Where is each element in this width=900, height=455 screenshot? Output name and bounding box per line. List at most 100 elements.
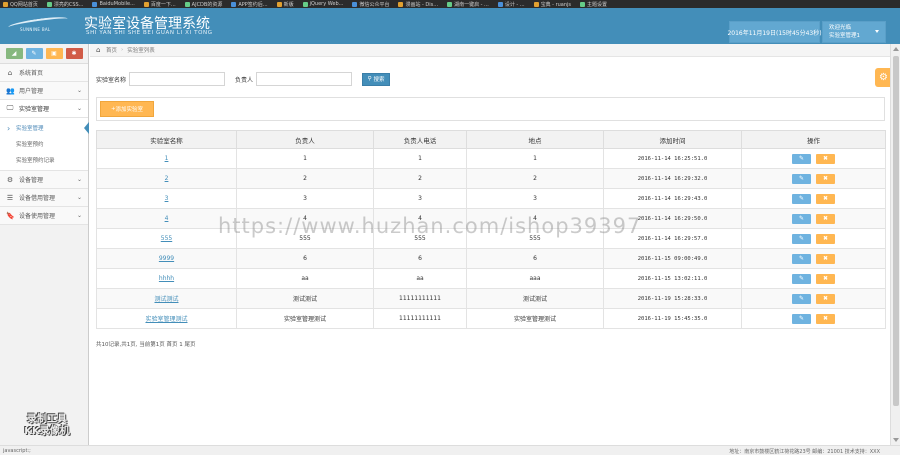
edit-button[interactable]: ✎ (792, 193, 811, 204)
bookmark-label: 百度一下... (150, 1, 176, 8)
lab-name-link[interactable]: 555 (96, 228, 237, 249)
table-cell-actions: ✎ ✖ (741, 248, 886, 269)
scrollbar-thumb[interactable] (893, 56, 899, 406)
vertical-scrollbar[interactable] (890, 44, 900, 445)
scroll-up-icon[interactable] (893, 47, 899, 51)
sidebar-subitem-lab-reserve-log[interactable]: 实验室预约记录 (0, 152, 88, 168)
search-button[interactable]: ⚲ 搜索 (362, 72, 391, 86)
owner-label: 负责人 (235, 76, 254, 84)
favicon-icon (533, 1, 539, 7)
scroll-down-icon[interactable] (893, 438, 899, 442)
table-cell-actions: ✎ ✖ (741, 168, 886, 189)
user-name: 实验室管理1 (829, 33, 860, 39)
edit-button[interactable]: ✎ (792, 153, 811, 164)
delete-button[interactable]: ✖ (816, 253, 835, 264)
table-cell: aa (373, 268, 467, 289)
bookmark-item[interactable]: 湖南一键启 - ... (444, 0, 495, 8)
pencil-icon[interactable]: ✎ (25, 48, 43, 59)
lab-name-link[interactable]: 测试测试 (96, 288, 237, 309)
chevron-down-icon: ⌄ (76, 212, 82, 219)
delete-button[interactable]: ✖ (816, 313, 835, 324)
system-subtitle: SHI YAN SHI SHE BEI GUAN LI XI TONG (86, 30, 213, 36)
table-cell: 2016-11-14 16:29:50.0 (603, 208, 742, 229)
users-icon[interactable]: ▣ (45, 48, 63, 59)
lab-name-link[interactable]: 4 (96, 208, 237, 229)
home-icon: ⌂ (7, 68, 13, 77)
delete-button[interactable]: ✖ (816, 273, 835, 284)
bookmark-item[interactable]: 漂亮的CSS... (44, 0, 90, 8)
bookmark-item[interactable]: 宝典 - ruanjs (531, 0, 577, 8)
table-cell: 2016-11-14 16:29:57.0 (603, 228, 742, 249)
row-actions: ✎ ✖ (742, 293, 885, 304)
table-cell: 3 (466, 188, 604, 209)
user-menu[interactable]: 欢迎光临 实验室管理1 (822, 21, 886, 43)
owner-input[interactable] (256, 72, 353, 86)
sidebar-subitem-lab-reserve[interactable]: 实验室预约 (0, 136, 88, 152)
sidebar-item-home[interactable]: ⌂ 系统首页 (0, 64, 88, 82)
delete-button[interactable]: ✖ (816, 193, 835, 204)
table-cell-actions: ✎ ✖ (741, 308, 886, 329)
chart-icon[interactable]: ◢ (5, 48, 23, 59)
sidebar-item-usage[interactable]: 🔖 设备使用管理 ⌄ (0, 207, 88, 225)
row-actions: ✎ ✖ (742, 233, 885, 244)
logo-text: SUNNINE BAL (20, 27, 51, 32)
edit-button[interactable]: ✎ (792, 253, 811, 264)
sidebar-subitem-lab-manage[interactable]: 实验室管理 (0, 120, 89, 136)
bookmark-item[interactable]: jQuery Web... (300, 0, 350, 8)
table-cell: 555 (236, 228, 374, 249)
table-cell: 4 (373, 208, 467, 229)
bookmark-item[interactable]: 新版 (274, 0, 300, 8)
favicon-icon (302, 1, 308, 7)
edit-button[interactable]: ✎ (792, 233, 811, 244)
table-cell: 555 (466, 228, 604, 249)
delete-button[interactable]: ✖ (816, 213, 835, 224)
delete-button[interactable]: ✖ (816, 173, 835, 184)
bookmark-icon: 🔖 (6, 211, 15, 220)
bookmark-item[interactable]: 百度一下... (141, 0, 182, 8)
home-icon[interactable]: ⌂ (96, 47, 102, 54)
cogs-icon[interactable]: ✱ (65, 48, 83, 59)
delete-button[interactable]: ✖ (816, 293, 835, 304)
bookmark-item[interactable]: AJCDB的资源 (182, 0, 229, 8)
sidebar-item-labs[interactable]: 🖵 实验室管理 ⌄ (0, 100, 88, 118)
bookmark-item[interactable]: 设计 - ... (495, 0, 531, 8)
table-cell: 实验室管理测试 (466, 308, 604, 329)
column-header: 添加时间 (603, 130, 742, 149)
bookmark-item[interactable]: 微信公众平台 (349, 0, 395, 8)
edit-button[interactable]: ✎ (792, 173, 811, 184)
bookmark-item[interactable]: 主题设置 (577, 0, 613, 8)
edit-button[interactable]: ✎ (792, 313, 811, 324)
bookmark-item[interactable]: BaiduMobile... (89, 0, 140, 8)
lab-name-link[interactable]: 9999 (96, 248, 237, 269)
delete-button[interactable]: ✖ (816, 153, 835, 164)
favicon-icon (143, 1, 149, 7)
bookmark-item[interactable]: 漫画站 - Dis... (395, 0, 444, 8)
lab-name-link[interactable]: hhhh (96, 268, 237, 289)
breadcrumb-current: 实验室列表 (127, 48, 155, 54)
lab-name-link[interactable]: 2 (96, 168, 237, 189)
edit-button[interactable]: ✎ (792, 273, 811, 284)
sidebar-item-borrow[interactable]: ☰ 设备借用管理 ⌄ (0, 189, 88, 207)
table-cell: 1 (466, 148, 604, 169)
table-cell: 4 (466, 208, 604, 229)
add-lab-button[interactable]: + 添加实验室 (100, 101, 154, 117)
delete-button[interactable]: ✖ (816, 233, 835, 244)
table-cell: 2 (236, 168, 374, 189)
bookmarks-bar: QQ网站首页 漂亮的CSS... BaiduMobile... 百度一下... AJCD… (0, 0, 900, 8)
edit-button[interactable]: ✎ (792, 213, 811, 224)
sidebar-item-label: 设备使用管理 (19, 213, 56, 220)
lab-name-link[interactable]: 3 (96, 188, 237, 209)
table-row: 9999 6 6 6 2016-11-15 09:00:49.0 ✎ ✖ (96, 248, 886, 269)
sidebar-item-equipment[interactable]: ⚙ 设备管理 ⌄ (0, 171, 88, 189)
lab-name-input[interactable] (129, 72, 226, 86)
bookmark-item[interactable]: APP签约后... (228, 0, 273, 8)
bookmark-label: APP签约后... (238, 1, 268, 8)
edit-icon: ✎ (798, 215, 805, 222)
bookmark-item[interactable]: QQ网站首页 (0, 0, 44, 8)
lab-name-link[interactable]: 实验室管理测试 (96, 308, 237, 329)
table-cell: 2016-11-14 16:29:43.0 (603, 188, 742, 209)
lab-name-link[interactable]: 1 (96, 148, 237, 169)
edit-button[interactable]: ✎ (792, 293, 811, 304)
sidebar-item-users[interactable]: 👥 用户管理 ⌄ (0, 82, 88, 100)
breadcrumb-home[interactable]: 首页 (106, 46, 117, 54)
